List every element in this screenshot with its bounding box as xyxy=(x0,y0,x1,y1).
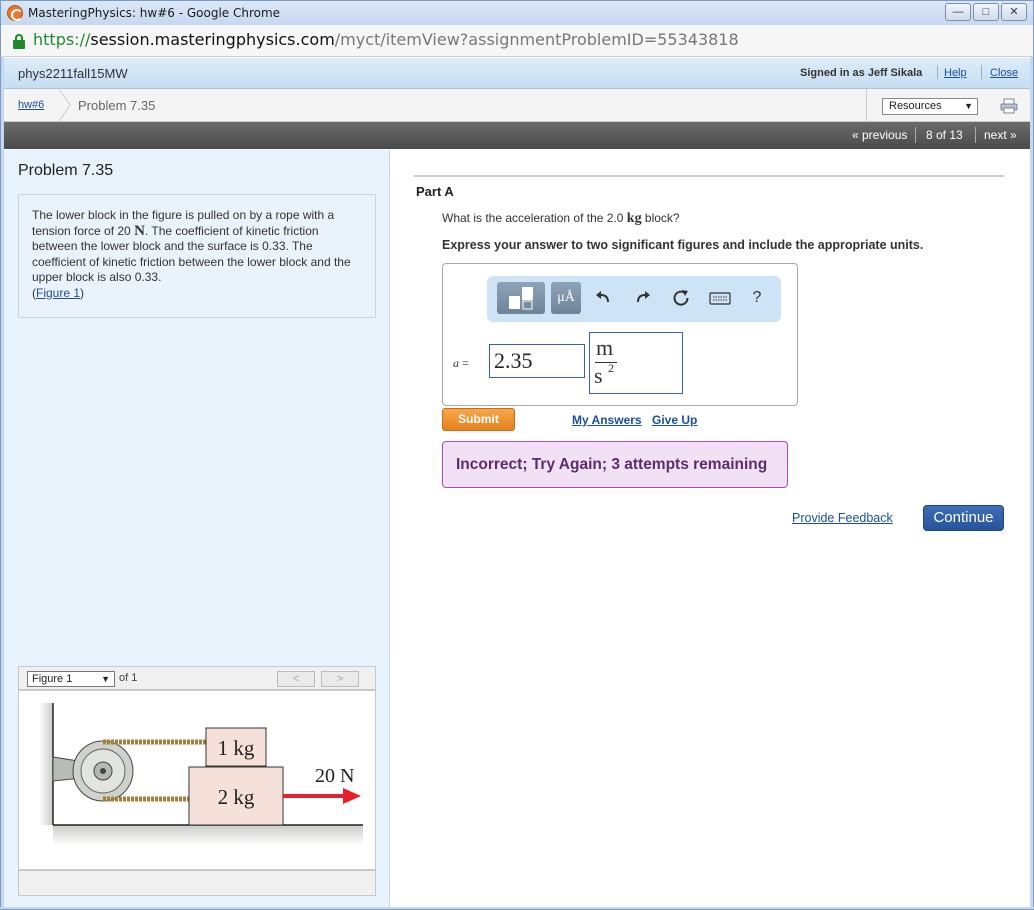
maximize-button[interactable]: □ xyxy=(973,3,999,21)
close-link[interactable]: Close xyxy=(990,67,1018,79)
divider xyxy=(414,175,1004,177)
equals-sign: = xyxy=(459,356,469,370)
question-text: What is the acceleration of the 2.0 kg b… xyxy=(442,211,680,227)
blocks-diagram: 1 kg 2 kg 20 N xyxy=(39,703,363,845)
redo-icon[interactable] xyxy=(633,288,653,308)
minimize-button[interactable]: — xyxy=(945,3,971,21)
problem-navigation-bar: « previous 8 of 13 next » xyxy=(4,122,1030,149)
figure-next-button[interactable]: > xyxy=(321,671,359,687)
window-title: MasteringPhysics: hw#6 - Google Chrome xyxy=(28,6,281,20)
templates-button[interactable] xyxy=(497,282,545,314)
problem-title: Problem 7.35 xyxy=(18,162,114,179)
figure-link[interactable]: Figure 1 xyxy=(36,286,80,300)
part-label: Part A xyxy=(416,184,454,199)
figure-prev-button[interactable]: < xyxy=(277,671,315,687)
header-separator xyxy=(981,65,982,79)
chevron-down-icon: ▼ xyxy=(101,674,110,684)
course-name: phys2211fall15MW xyxy=(18,66,128,81)
breadcrumb: hw#6 Problem 7.35 Resources ▼ xyxy=(4,89,1030,122)
answer-box: μÅ ? a = 2.35 m s 2 xyxy=(442,263,798,406)
floor xyxy=(53,825,363,845)
figure-count: of 1 xyxy=(119,672,138,684)
next-link[interactable]: next » xyxy=(984,128,1017,142)
units-button[interactable]: μÅ xyxy=(551,282,581,314)
unit-exponent: 2 xyxy=(608,361,614,375)
problem-panel: Problem 7.35 The lower block in the figu… xyxy=(4,150,390,907)
keyboard-icon[interactable] xyxy=(709,288,731,308)
previous-link[interactable]: « previous xyxy=(852,128,907,142)
unit-denominator: s xyxy=(594,363,603,388)
pulley xyxy=(72,740,134,802)
resources-dropdown-value: Resources xyxy=(889,100,942,112)
unit-numerator: m xyxy=(596,335,614,360)
window-frame-right xyxy=(1030,57,1034,910)
figure-1: 1 kg 2 kg 20 N xyxy=(18,690,376,870)
answer-value-input[interactable]: 2.35 xyxy=(489,344,585,378)
my-answers-link[interactable]: My Answers xyxy=(572,413,642,427)
wall xyxy=(39,703,53,825)
resources-dropdown[interactable]: Resources ▼ xyxy=(882,98,978,115)
app-header: phys2211fall15MW Signed in as Jeff Sikal… xyxy=(4,58,1030,89)
upper-block-label: 1 kg xyxy=(218,736,255,760)
nav-separator xyxy=(915,127,916,143)
address-bar[interactable]: https://session.masteringphysics.com/myc… xyxy=(0,25,1034,57)
figure-select[interactable]: Figure 1 ▼ xyxy=(27,671,115,687)
lower-block-label: 2 kg xyxy=(218,785,255,809)
provide-feedback-link[interactable]: Provide Feedback xyxy=(792,511,893,525)
window-titlebar: MasteringPhysics: hw#6 - Google Chrome —… xyxy=(0,0,1034,25)
divider xyxy=(866,89,867,121)
force-label: 20 N xyxy=(315,765,354,787)
answer-unit-input[interactable]: m s 2 xyxy=(589,332,683,394)
print-icon[interactable] xyxy=(1000,98,1018,114)
answer-panel: Part A What is the acceleration of the 2… xyxy=(390,150,1030,907)
continue-button[interactable]: Continue xyxy=(923,505,1004,531)
give-up-link[interactable]: Give Up xyxy=(652,413,697,427)
problem-statement: The lower block in the figure is pulled … xyxy=(18,194,376,318)
figure-footer xyxy=(18,870,376,896)
breadcrumb-chevron-icon xyxy=(58,89,71,121)
figure-toolbar: Figure 1 ▼ of 1 < > xyxy=(18,666,376,690)
signed-in-label: Signed in as Jeff Sikala xyxy=(800,67,923,79)
problem-position: 8 of 13 xyxy=(926,128,963,142)
question-text-part: What is the acceleration of the 2.0 xyxy=(442,211,627,225)
close-window-button[interactable]: ✕ xyxy=(1001,3,1027,21)
figure-link-paren: ) xyxy=(80,285,85,300)
breadcrumb-current: Problem 7.35 xyxy=(78,98,156,113)
breadcrumb-assignment-link[interactable]: hw#6 xyxy=(18,99,44,111)
url-text[interactable]: https://session.masteringphysics.com/myc… xyxy=(33,30,739,49)
force-unit: N xyxy=(134,222,145,239)
reset-icon[interactable] xyxy=(671,288,691,308)
undo-icon[interactable] xyxy=(593,288,613,308)
feedback-message: Incorrect; Try Again; 3 attempts remaini… xyxy=(442,441,788,488)
nav-separator xyxy=(975,127,976,143)
window-controls: — □ ✕ xyxy=(945,3,1027,21)
instruction-text: Express your answer to two significant f… xyxy=(442,238,924,252)
help-icon[interactable]: ? xyxy=(747,288,767,308)
question-text-part: block? xyxy=(641,211,680,225)
submit-button[interactable]: Submit xyxy=(442,408,515,431)
help-link[interactable]: Help xyxy=(944,67,967,79)
templates-icon xyxy=(509,287,533,310)
force-arrowhead xyxy=(343,788,361,804)
chevron-down-icon: ▼ xyxy=(964,101,973,111)
figure-select-value: Figure 1 xyxy=(32,673,73,685)
chrome-app-icon xyxy=(7,5,23,21)
header-separator xyxy=(937,65,938,79)
math-toolbar: μÅ ? xyxy=(487,276,781,322)
lock-icon xyxy=(13,34,25,49)
mass-unit: kg xyxy=(626,211,642,226)
answer-variable-label: a = xyxy=(453,356,469,371)
